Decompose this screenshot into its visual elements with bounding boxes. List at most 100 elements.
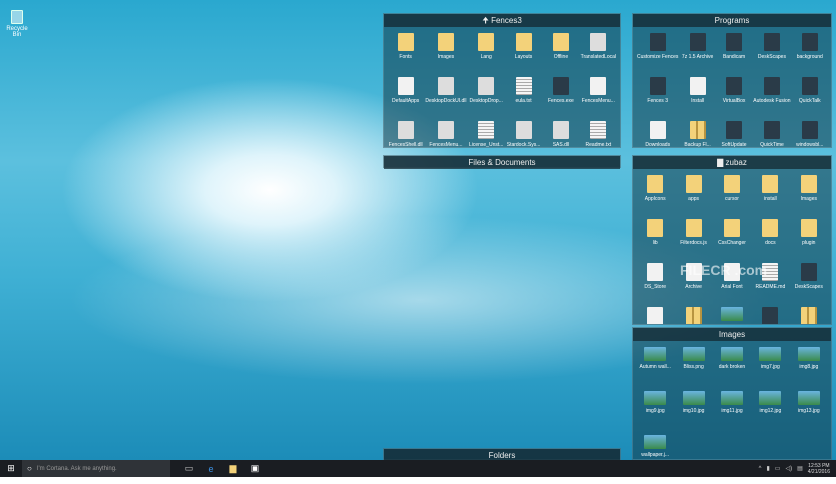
- item-label: Bliss.png: [674, 364, 712, 370]
- desktop-item[interactable]: Autodesk Fusion: [752, 75, 791, 119]
- notification-icon[interactable]: ▤: [797, 465, 803, 472]
- desktop-item[interactable]: VirtualBox: [716, 75, 752, 119]
- desktop-item[interactable]: Bandicam: [716, 31, 752, 75]
- desktop-item[interactable]: Lang: [468, 31, 505, 75]
- fence-title[interactable]: Images: [633, 328, 831, 341]
- desktop-item[interactable]: apps: [674, 173, 712, 217]
- desktop-item[interactable]: Offline: [542, 31, 579, 75]
- app-icon: [764, 121, 780, 139]
- edge-icon[interactable]: e: [200, 464, 222, 474]
- desktop-item[interactable]: 7z 1.5 Archive: [679, 31, 715, 75]
- app-icon: [764, 33, 780, 51]
- item-label: Lang: [468, 54, 505, 60]
- fence-files-documents[interactable]: Files & Documents: [383, 155, 621, 168]
- store-icon[interactable]: ▣: [244, 463, 266, 474]
- task-view-icon[interactable]: ▭: [178, 463, 200, 474]
- desktop-item[interactable]: AppIcons: [636, 173, 674, 217]
- fence-fences3[interactable]: 🠉 Fences3 FontsImagesLangLayoutsOfflineTr…: [383, 13, 621, 148]
- folder-icon: [801, 175, 817, 193]
- img-icon: [759, 347, 781, 361]
- desktop-item[interactable]: FencesMenu...: [580, 75, 617, 119]
- item-label: Offline: [542, 54, 579, 60]
- desktop-item[interactable]: Install: [679, 75, 715, 119]
- desktop-item[interactable]: Fonts: [387, 31, 424, 75]
- item-label: Fonts: [387, 54, 424, 60]
- desktop-item[interactable]: img12.jpg: [751, 389, 789, 433]
- desktop-item[interactable]: Customize Fences: [636, 31, 679, 75]
- desktop-item[interactable]: TranslatedLocal: [580, 31, 617, 75]
- fence-title[interactable]: ▇ zubaz: [633, 156, 831, 169]
- fence-title[interactable]: Files & Documents: [384, 156, 620, 169]
- desktop-item[interactable]: Autumn wall...: [636, 345, 674, 389]
- desktop-item[interactable]: ZIP file: [790, 305, 828, 325]
- app-icon: [802, 77, 818, 95]
- start-button[interactable]: ⊞: [0, 463, 22, 474]
- desktop-item[interactable]: eula.txt: [505, 75, 542, 119]
- item-label: CssChanger: [713, 240, 751, 246]
- time: 12:53 PM: [808, 463, 830, 469]
- desktop-item[interactable]: Archive.zip: [674, 305, 712, 325]
- desktop-item[interactable]: img9.jpg: [636, 389, 674, 433]
- desktop-item[interactable]: DesktopDrop...: [468, 75, 505, 119]
- cortana-search[interactable]: ○I'm Cortana. Ask me anything.: [22, 460, 170, 477]
- desktop-item[interactable]: Images: [790, 173, 828, 217]
- desktop-item[interactable]: DefaultApps: [387, 75, 424, 119]
- gear-icon: [478, 77, 494, 95]
- desktop-item[interactable]: img8.jpg: [790, 345, 828, 389]
- desktop-item[interactable]: dark broken: [713, 345, 751, 389]
- desktop-item[interactable]: img13.jpg: [790, 389, 828, 433]
- desktop-item[interactable]: Filterdocs.js: [674, 217, 712, 261]
- fence-title[interactable]: Programs: [633, 14, 831, 27]
- desktop-item[interactable]: img11.jpg: [713, 389, 751, 433]
- desktop-item[interactable]: Racing: [751, 305, 789, 325]
- fence-title[interactable]: 🠉 Fences3: [384, 14, 620, 27]
- desktop-item[interactable]: Fences 3: [636, 75, 679, 119]
- fence-programs[interactable]: Programs Customize Fences7z 1.5 ArchiveBa…: [632, 13, 832, 148]
- desktop-item[interactable]: Layouts: [505, 31, 542, 75]
- desktop-item[interactable]: picture: [713, 305, 751, 325]
- desktop-item[interactable]: DesktopDockUI.dll: [424, 75, 467, 119]
- desktop-item[interactable]: plugin: [790, 217, 828, 261]
- app-icon: [802, 121, 818, 139]
- file-explorer-icon[interactable]: ▆: [222, 463, 244, 474]
- volume-icon[interactable]: ◁): [785, 465, 792, 472]
- clock[interactable]: 12:53 PM4/21/2016: [808, 463, 830, 475]
- file-icon: [398, 77, 414, 95]
- gear-icon: [516, 121, 532, 139]
- item-label: README.md: [751, 284, 789, 290]
- item-label: Stardock.Sys...: [505, 142, 542, 148]
- desktop-item[interactable]: install: [751, 173, 789, 217]
- app-icon: [650, 77, 666, 95]
- item-label: Autumn wall...: [636, 364, 674, 370]
- desktop-item[interactable]: Images: [424, 31, 467, 75]
- desktop-item[interactable]: DeskScapes: [790, 261, 828, 305]
- desktop-item[interactable]: img7.jpg: [751, 345, 789, 389]
- app-icon: [650, 33, 666, 51]
- file-icon: [650, 121, 666, 139]
- item-label: picture: [713, 324, 751, 325]
- desktop-item[interactable]: docs: [751, 217, 789, 261]
- fence-images[interactable]: Images Autumn wall...Bliss.pngdark broken…: [632, 327, 832, 460]
- network-icon[interactable]: ▭: [775, 465, 781, 472]
- desktop-item[interactable]: QuickTalk: [792, 75, 828, 119]
- desktop-item[interactable]: Fences.exe: [542, 75, 579, 119]
- desktop-item[interactable]: cursor: [713, 173, 751, 217]
- folder-icon: [398, 33, 414, 51]
- file-icon: [690, 77, 706, 95]
- recycle-bin[interactable]: Recycle Bin: [4, 10, 30, 38]
- desktop-item[interactable]: background: [792, 31, 828, 75]
- battery-icon[interactable]: ▮: [766, 465, 769, 472]
- folder-icon: [478, 33, 494, 51]
- chevron-up-icon[interactable]: ^: [759, 466, 762, 472]
- folder-icon: [724, 219, 740, 237]
- fence-zubaz[interactable]: ▇ zubaz AppIconsappscursorinstallImages li…: [632, 155, 832, 325]
- desktop-item[interactable]: CssChanger: [713, 217, 751, 261]
- desktop-item[interactable]: img10.jpg: [674, 389, 712, 433]
- desktop-item[interactable]: Config.ini: [636, 305, 674, 325]
- desktop-item[interactable]: DS_Store: [636, 261, 674, 305]
- desktop-item[interactable]: lib: [636, 217, 674, 261]
- fence-folders[interactable]: Folders: [383, 448, 621, 460]
- desktop-item[interactable]: Bliss.png: [674, 345, 712, 389]
- desktop-item[interactable]: DeskScapes: [752, 31, 791, 75]
- item-label: background: [792, 54, 828, 60]
